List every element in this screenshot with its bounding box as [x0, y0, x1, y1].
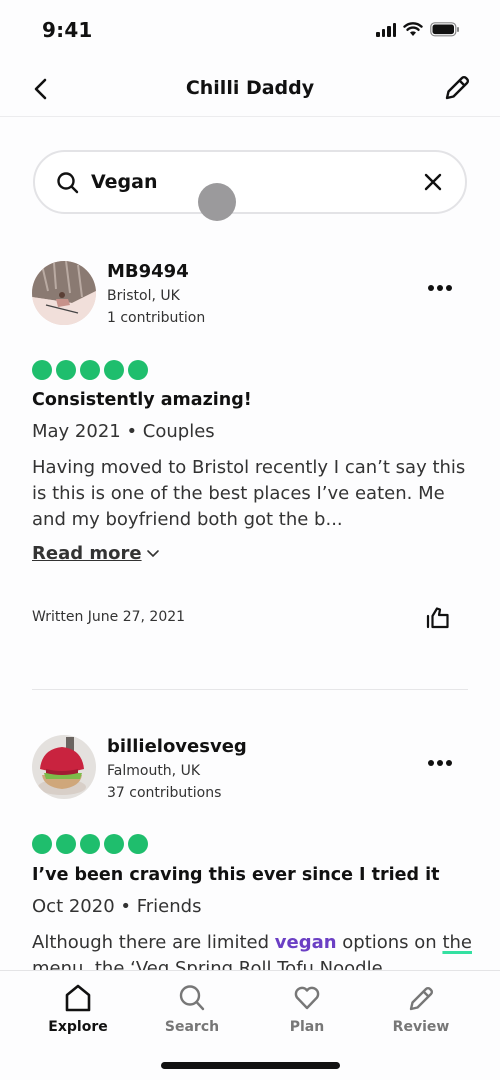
reviewer-name[interactable]: billielovesveg: [107, 736, 247, 757]
write-review-button[interactable]: [442, 73, 472, 103]
touch-indicator: [198, 183, 236, 221]
rating-bubble-filled: [80, 834, 100, 854]
reviewer-name[interactable]: MB9494: [107, 261, 189, 282]
search-term-highlight: vegan: [274, 932, 337, 953]
reviewer-location: Bristol, UK: [107, 288, 180, 304]
nav-explore[interactable]: Explore: [23, 983, 133, 1035]
avatar[interactable]: [32, 735, 96, 799]
pencil-icon: [445, 75, 470, 100]
avatar[interactable]: [32, 261, 96, 325]
status-bar: 9:41: [0, 0, 500, 60]
helpful-vote-button[interactable]: [426, 606, 452, 630]
dot: [437, 760, 443, 766]
rating-bubble-filled: [56, 360, 76, 380]
thumbs-up-icon: [426, 607, 449, 629]
avatar-image: [32, 735, 96, 799]
dot: [428, 285, 434, 291]
status-time: 9:41: [42, 18, 93, 42]
written-date: Written June 27, 2021: [32, 609, 186, 625]
page-title: Chilli Daddy: [185, 77, 315, 99]
nav-label: Search: [164, 1019, 220, 1035]
search-input[interactable]: [91, 166, 391, 198]
search-icon: [57, 172, 79, 194]
battery-icon: [430, 22, 459, 37]
rating-bubble-filled: [104, 360, 124, 380]
reviewer-contributions: 37 contributions: [107, 785, 222, 801]
nav-search[interactable]: Search: [137, 983, 247, 1035]
rating-bubbles: [32, 834, 148, 854]
rating-bubble-filled: [128, 360, 148, 380]
dot: [437, 285, 443, 291]
review-body: Having moved to Bristol recently I can’t…: [32, 457, 466, 530]
chevron-down-icon: [146, 549, 159, 557]
dot: [446, 760, 452, 766]
reviewer-contributions: 1 contribution: [107, 310, 206, 326]
rating-bubble-filled: [104, 834, 124, 854]
screen: 9:41 Chilli Daddy Vegan MB9494 Bristol, …: [0, 0, 500, 1080]
home-indicator[interactable]: [161, 1062, 340, 1069]
rating-bubble-filled: [32, 834, 52, 854]
dot: [446, 285, 452, 291]
nav-label: Review: [392, 1019, 450, 1035]
rating-bubble-filled: [56, 834, 76, 854]
close-icon: [424, 173, 442, 191]
cellular-signal-icon: [376, 22, 396, 37]
nav-label: Plan: [289, 1019, 325, 1035]
rating-bubble-filled: [32, 360, 52, 380]
review-title: I’ve been craving this ever since I trie…: [32, 865, 440, 885]
clear-search-button[interactable]: [421, 170, 445, 194]
review-meta: Oct 2020 • Friends: [32, 896, 202, 917]
nav-review[interactable]: Review: [366, 983, 476, 1035]
heart-icon: [294, 986, 320, 1010]
rating-bubble-filled: [128, 834, 148, 854]
search-bar: [33, 150, 467, 214]
nav-label: Explore: [48, 1019, 108, 1035]
reviewer-location: Falmouth, UK: [107, 763, 201, 779]
review-title: Consistently amazing!: [32, 390, 252, 410]
body-text: Although there are limited: [32, 932, 275, 953]
search-icon: [179, 985, 205, 1011]
read-more-link[interactable]: Read more: [32, 543, 160, 564]
wifi-icon: [403, 22, 423, 36]
divider: [32, 689, 468, 690]
rating-bubbles: [32, 360, 148, 380]
home-icon: [65, 984, 91, 1012]
more-options-button[interactable]: [428, 279, 452, 297]
rating-bubble-filled: [80, 360, 100, 380]
pencil-icon: [409, 986, 434, 1011]
nav-plan[interactable]: Plan: [252, 983, 362, 1035]
more-options-button[interactable]: [428, 754, 452, 772]
body-text: options on: [336, 932, 443, 953]
header: Chilli Daddy: [0, 60, 500, 117]
avatar-image: [32, 261, 96, 325]
read-more-label: Read more: [32, 543, 142, 564]
review-meta: May 2021 • Couples: [32, 421, 215, 442]
dot: [428, 760, 434, 766]
status-icons: [376, 22, 460, 37]
